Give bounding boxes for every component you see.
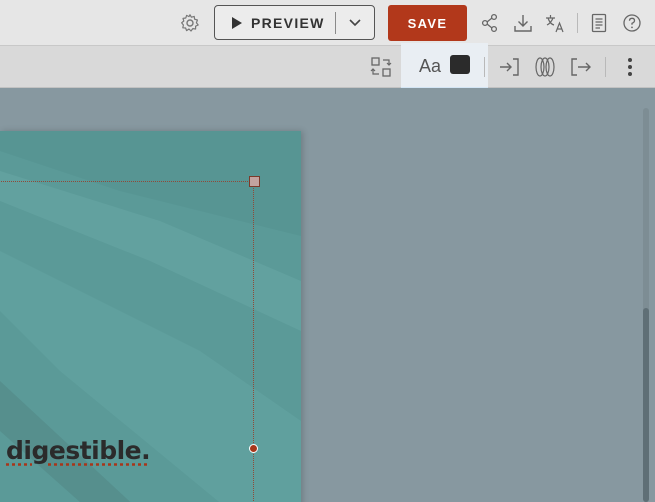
translate-icon <box>546 15 564 33</box>
emphasis-animation-icon <box>535 57 555 77</box>
text-style-group[interactable]: Aa <box>401 43 488 90</box>
help-icon <box>623 14 641 32</box>
settings-button[interactable] <box>179 12 201 34</box>
share-icon <box>481 13 498 33</box>
save-button[interactable]: SAVE <box>388 5 467 41</box>
exit-animation-icon <box>571 58 591 76</box>
download-button[interactable] <box>512 12 534 34</box>
play-icon <box>232 16 242 29</box>
enter-animation-icon <box>500 58 519 76</box>
download-icon <box>514 15 532 32</box>
translate-button[interactable] <box>544 11 566 35</box>
preview-button-group: PREVIEW <box>214 5 375 40</box>
slide-text-block[interactable]: digestible. <box>6 436 151 465</box>
enter-animation-button[interactable] <box>497 55 521 79</box>
element-toolbar: Aa <box>0 43 655 90</box>
preview-label: PREVIEW <box>251 14 325 31</box>
more-options-button[interactable] <box>620 55 640 79</box>
font-style-label[interactable]: Aa <box>419 56 441 77</box>
slide-canvas[interactable]: digestible. <box>0 131 301 502</box>
anchor-handle[interactable] <box>249 444 258 453</box>
toolbar2-divider-mid <box>484 57 485 77</box>
chevron-down-icon <box>349 18 361 26</box>
notes-button[interactable] <box>589 12 609 34</box>
preview-options-button[interactable] <box>336 6 374 39</box>
emphasis-animation-button[interactable] <box>532 55 558 79</box>
top-toolbar: PREVIEW SAVE <box>0 0 655 46</box>
toolbar2-divider-right <box>605 57 606 77</box>
vertical-scrollbar[interactable] <box>643 108 649 502</box>
help-button[interactable] <box>621 12 643 34</box>
scrollbar-thumb[interactable] <box>643 308 649 502</box>
gear-icon <box>181 14 199 32</box>
preview-button[interactable]: PREVIEW <box>215 6 335 39</box>
exit-animation-button[interactable] <box>569 55 593 79</box>
share-button[interactable] <box>480 12 500 34</box>
more-options-icon <box>628 58 632 76</box>
text-color-swatch[interactable] <box>450 55 470 74</box>
swap-layout-icon <box>370 57 392 77</box>
toolbar-divider <box>577 13 578 33</box>
swap-layout-button[interactable] <box>369 55 393 79</box>
resize-handle[interactable] <box>249 176 260 187</box>
notes-icon <box>591 13 607 33</box>
canvas-workspace[interactable]: digestible. <box>0 88 655 502</box>
